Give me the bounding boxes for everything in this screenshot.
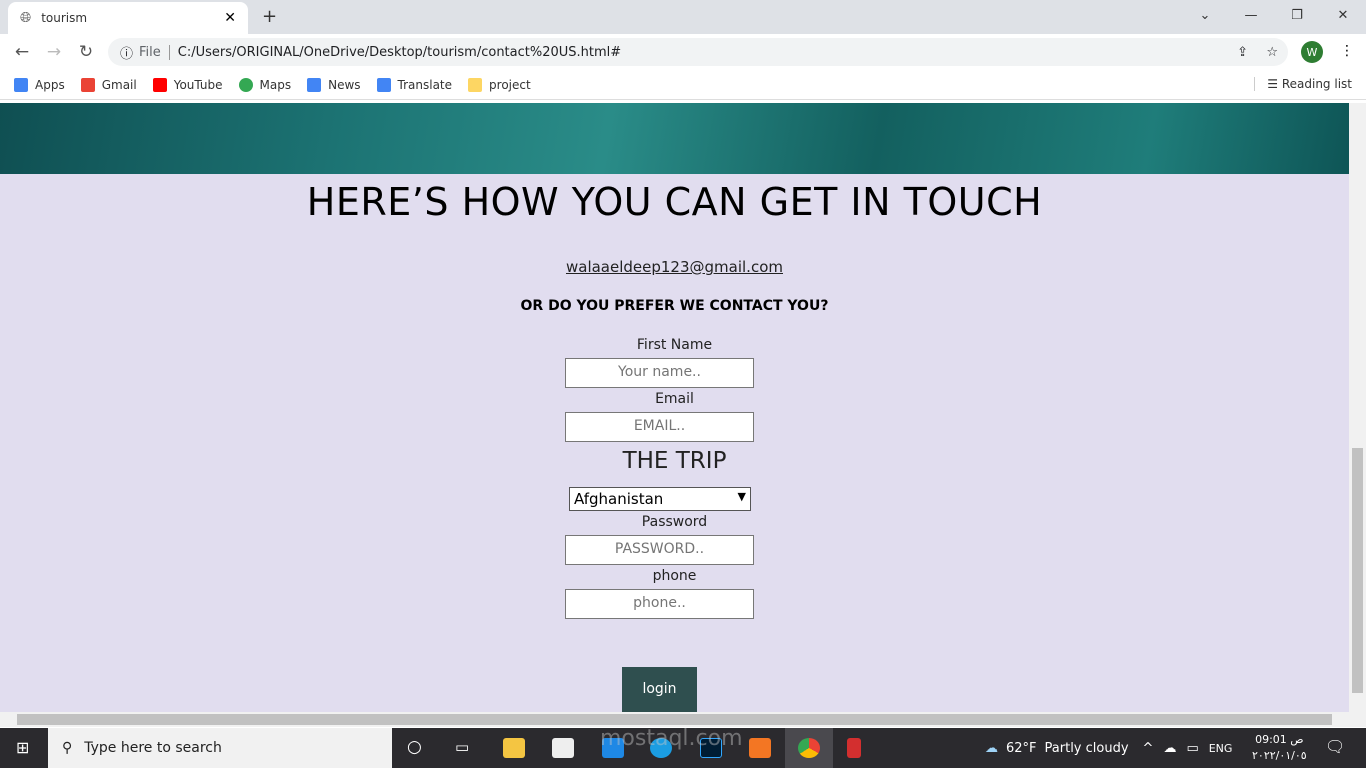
bookmark-translate[interactable]: Translate (376, 77, 452, 92)
gmail-icon (80, 77, 95, 92)
notifications-icon[interactable]: 🗨︎ (1325, 737, 1345, 756)
chevron-down-icon: ▼ (737, 490, 746, 503)
weather-temp[interactable]: 62°F (1006, 741, 1037, 756)
trip-label: THE TRIP (622, 448, 727, 474)
tab-title: tourism (41, 11, 88, 25)
tab-search-icon[interactable]: ⌄ (1182, 0, 1228, 30)
share-icon[interactable]: ⇪ (1237, 45, 1248, 60)
bookmark-gmail[interactable]: Gmail (80, 77, 137, 92)
battery-icon[interactable]: ▭ (1186, 741, 1198, 756)
chrome-icon[interactable] (798, 738, 820, 758)
login-button[interactable]: login (622, 667, 697, 712)
info-icon[interactable]: ⓘ (120, 43, 133, 62)
vertical-scrollbar[interactable] (1349, 103, 1366, 712)
clock[interactable]: 09:01 ص ٢٠٢٢/٠١/٠٥ (1252, 732, 1307, 764)
phone-label: phone (652, 568, 697, 584)
menu-icon[interactable]: ⋮ (1340, 43, 1354, 59)
bookmark-maps[interactable]: Maps (238, 77, 291, 92)
toolbar: ← → ↻ ⓘ File C:/Users/ORIGINAL/OneDrive/… (0, 34, 1366, 70)
taskbar-search[interactable]: ⚲ Type here to search (48, 728, 392, 768)
trip-selected-value: Afghanistan (574, 490, 664, 508)
email-input[interactable]: EMAIL.. (565, 412, 754, 442)
network-icon[interactable]: ☁ (1163, 741, 1176, 756)
page-heading: HERE’S HOW YOU CAN GET IN TOUCH (306, 180, 1043, 224)
translate-icon (376, 77, 391, 92)
first-name-input[interactable]: Your name.. (565, 358, 754, 388)
weather-text[interactable]: Partly cloudy (1045, 741, 1129, 756)
forward-button[interactable]: → (38, 42, 70, 62)
email-label: Email (655, 391, 694, 407)
restore-button[interactable]: ❐ (1274, 0, 1320, 30)
windows-start-icon[interactable]: ⊞ (16, 738, 29, 757)
minimize-button[interactable]: — (1228, 0, 1274, 30)
file-explorer-icon[interactable] (503, 738, 525, 758)
search-icon: ⚲ (62, 740, 73, 756)
date: ٢٠٢٢/٠١/٠٥ (1252, 749, 1307, 762)
weather-icon[interactable]: ☁ (985, 741, 998, 756)
horizontal-scrollbar[interactable] (0, 712, 1366, 727)
bookmark-project[interactable]: project (468, 77, 531, 92)
address-bar[interactable]: ⓘ File C:/Users/ORIGINAL/OneDrive/Deskto… (108, 38, 1288, 66)
close-window-button[interactable]: ✕ (1320, 0, 1366, 30)
apps-icon (14, 77, 28, 92)
xampp-icon[interactable] (749, 738, 771, 758)
watermark: mostaql.com (600, 726, 743, 751)
reading-list-label: Reading list (1281, 77, 1352, 91)
language-indicator[interactable]: ENG (1209, 742, 1233, 755)
bookmark-youtube[interactable]: YouTube (152, 77, 223, 92)
globe-icon: 🌐︎ (20, 10, 32, 26)
taskbar: ⊞ ⚲ Type here to search ○ ▭ mostaql.com ☁… (0, 726, 1366, 768)
first-name-label: First Name (636, 337, 713, 353)
new-tab-button[interactable]: + (262, 6, 277, 27)
banner-image (0, 103, 1349, 174)
reading-list-button[interactable]: ☰ Reading list (1254, 77, 1352, 91)
system-tray: ☁ 62°F Partly cloudy ^ ☁ ▭ ENG (985, 728, 1232, 768)
bookmarks-bar: Apps Gmail YouTube Maps News Translate p… (0, 70, 1366, 100)
reading-list-icon: ☰ (1267, 77, 1282, 91)
page-content: HERE’S HOW YOU CAN GET IN TOUCH walaaeld… (0, 103, 1349, 712)
time: 09:01 ص (1255, 733, 1304, 746)
profile-avatar[interactable]: W (1301, 41, 1323, 63)
folder-icon (468, 77, 483, 92)
password-input[interactable]: PASSWORD.. (565, 535, 754, 565)
back-button[interactable]: ← (6, 42, 38, 62)
chevron-up-icon[interactable]: ^ (1143, 741, 1154, 756)
password-label: Password (641, 514, 708, 530)
close-tab-icon[interactable]: ✕ (224, 10, 236, 26)
url-text[interactable]: C:/Users/ORIGINAL/OneDrive/Desktop/touri… (178, 45, 621, 60)
trip-select[interactable]: Afghanistan ▼ (569, 487, 751, 511)
reload-button[interactable]: ↻ (70, 42, 102, 62)
url-scheme-label: File (139, 44, 170, 60)
tab-tourism[interactable]: 🌐︎ tourism ✕ (8, 2, 248, 34)
task-view-icon[interactable]: ▭ (455, 738, 469, 756)
contact-prompt: OR DO YOU PREFER WE CONTACT YOU? (520, 298, 829, 314)
tab-strip: 🌐︎ tourism ✕ + ⌄ — ❐ ✕ (0, 0, 1366, 34)
email-link[interactable]: walaaeldeep123@gmail.com (0, 258, 1349, 276)
store-icon[interactable] (552, 738, 574, 758)
maps-icon (238, 77, 253, 92)
snipping-tool-icon[interactable] (847, 738, 861, 758)
star-icon[interactable]: ☆ (1266, 45, 1278, 60)
phone-input[interactable]: phone.. (565, 589, 754, 619)
cortana-icon[interactable]: ○ (407, 737, 422, 757)
search-placeholder: Type here to search (84, 740, 222, 756)
bookmark-news[interactable]: News (307, 77, 361, 92)
bookmark-apps[interactable]: Apps (14, 77, 65, 92)
youtube-icon (152, 77, 167, 92)
news-icon (307, 77, 322, 92)
